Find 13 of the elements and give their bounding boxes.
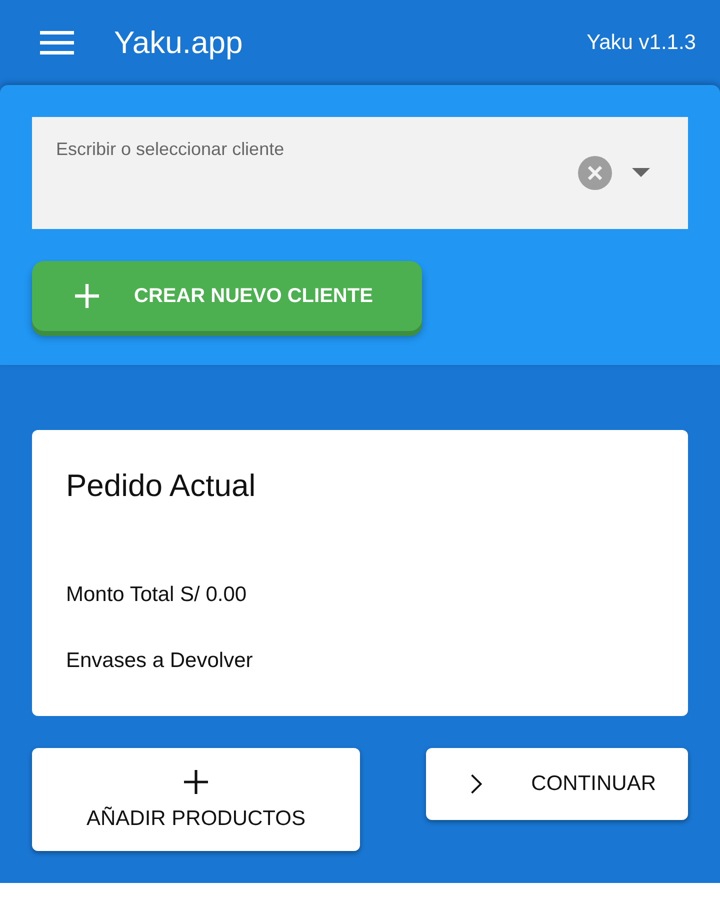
app-title: Yaku.app: [114, 24, 244, 60]
menu-icon[interactable]: [40, 30, 74, 54]
clear-icon[interactable]: [578, 156, 612, 190]
plus-icon: [74, 283, 100, 309]
client-field[interactable]: Escribir o seleccionar cliente: [56, 139, 578, 160]
card-title: Pedido Actual: [66, 467, 257, 505]
add-products-button[interactable]: AÑADIR PRODUCTOS: [32, 748, 360, 851]
version-label: Yaku v1.1.3: [586, 30, 696, 54]
plus-icon: [183, 768, 209, 794]
dropdown-arrow-icon[interactable]: [632, 168, 650, 178]
continue-button[interactable]: CONTINUAR: [426, 748, 688, 820]
containers-label: Envases a Devolver: [66, 649, 254, 673]
total-amount: Monto Total S/ 0.00: [66, 583, 248, 607]
